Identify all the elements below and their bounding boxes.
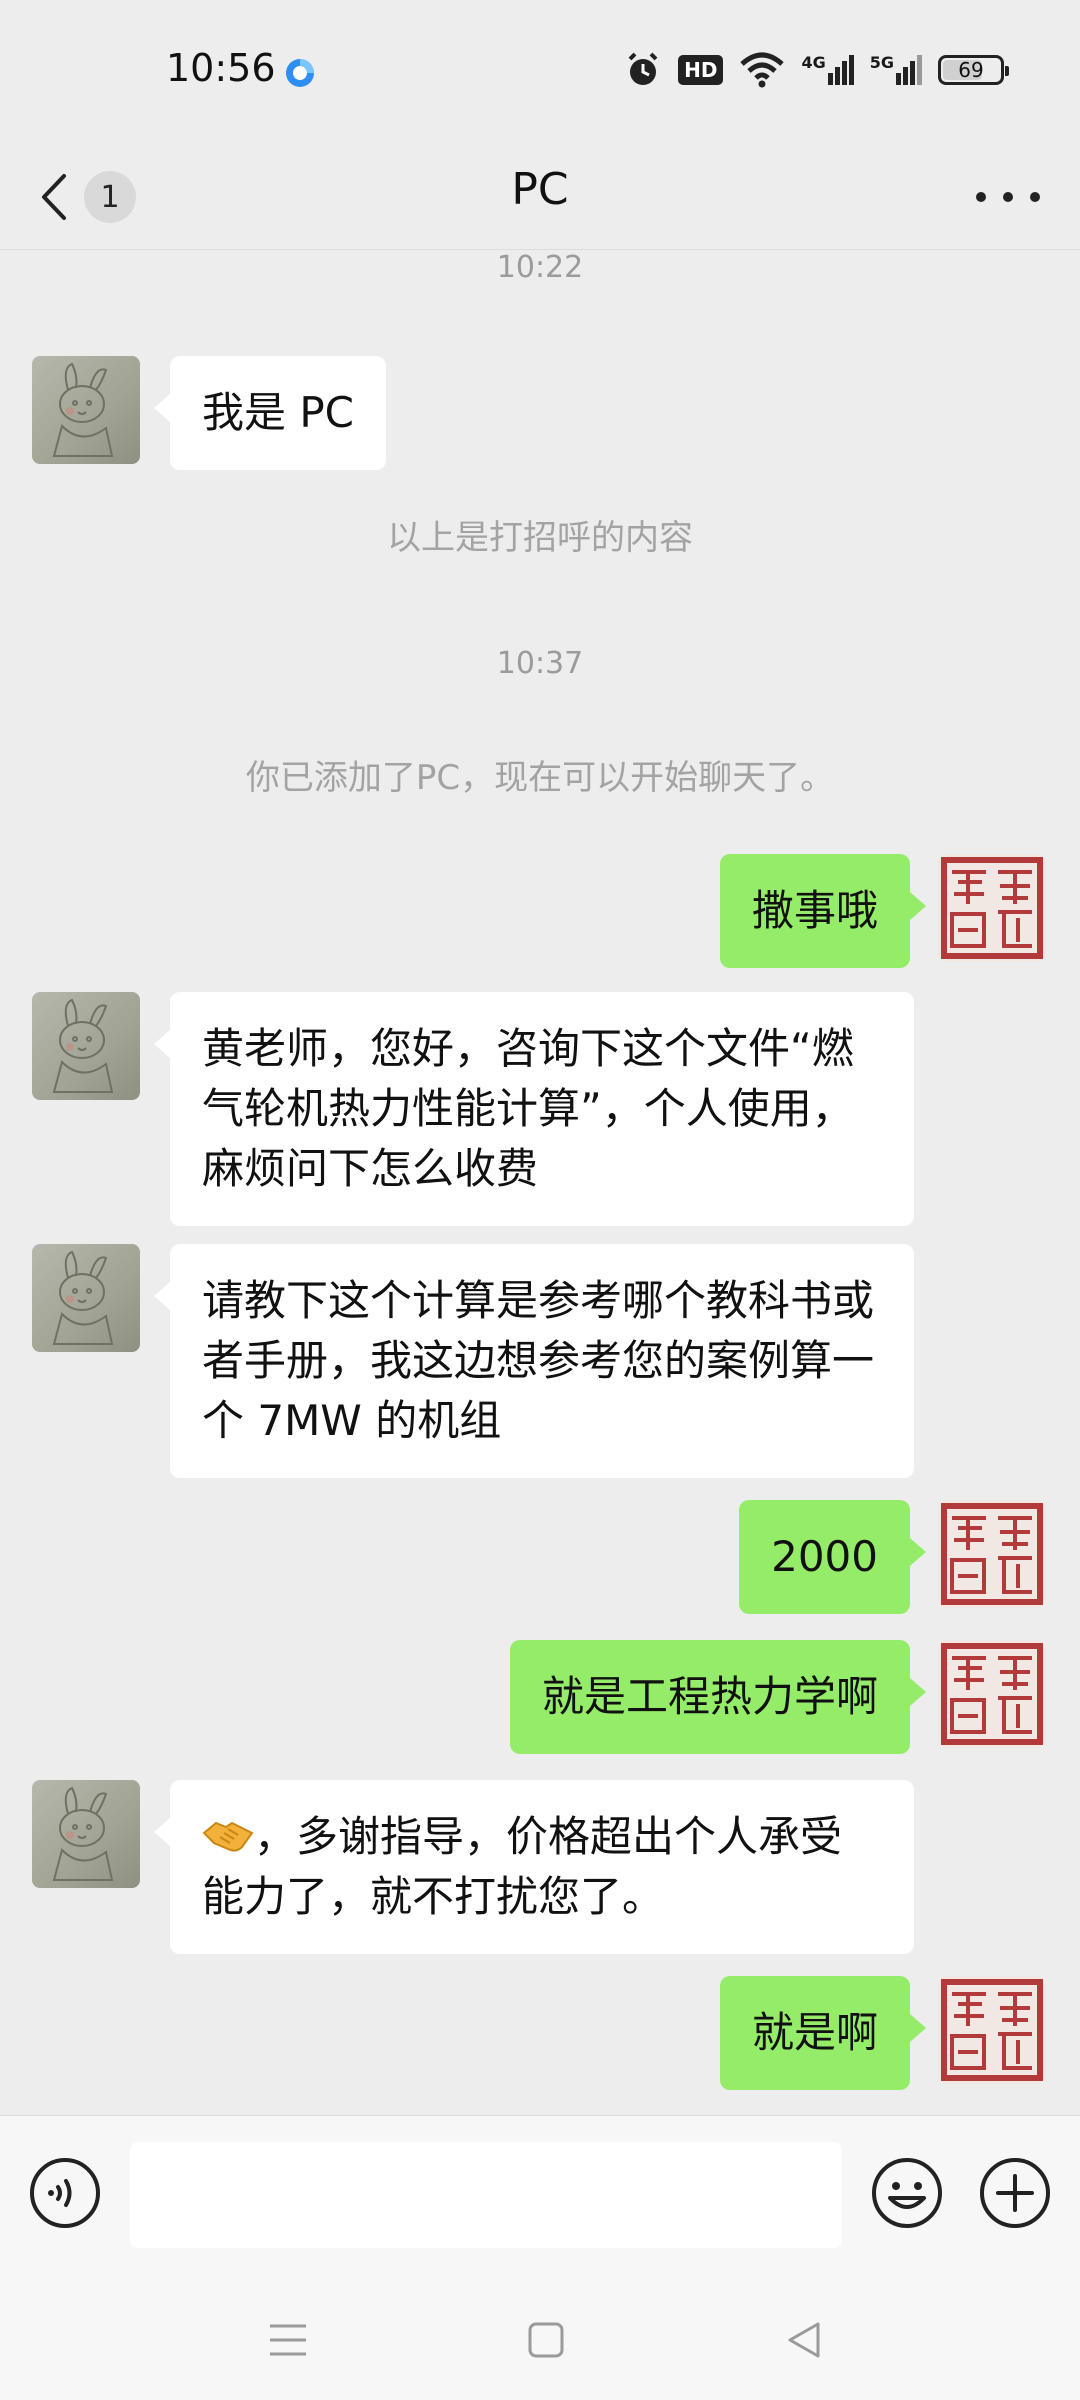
voice-input-icon[interactable]: [28, 2156, 102, 2230]
handshake-emoji-icon: [202, 1821, 254, 1852]
sent-message[interactable]: 撒事哦: [719, 854, 927, 968]
received-message[interactable]: ，多谢指导，价格超出个人承受能力了，就不打扰您了。: [154, 1780, 914, 1954]
contact-avatar[interactable]: [32, 356, 140, 464]
more-dot-icon: [1030, 192, 1040, 202]
status-bar: 10:56 HD 4G 5G 69: [0, 0, 1080, 140]
message-text: 黄老师，您好，咨询下这个文件“燃气轮机热力性能计算”，个人使用，麻烦问下怎么收费: [202, 1024, 854, 1193]
message-text: 我是 PC: [202, 388, 355, 437]
my-avatar[interactable]: [938, 1500, 1046, 1608]
message-text: 就是工程热力学啊: [541, 1672, 878, 1721]
back-triangle-icon[interactable]: [782, 2318, 826, 2362]
alarm-icon: [628, 52, 658, 85]
system-message: 以上是打招呼的内容: [387, 518, 693, 558]
emoji-icon[interactable]: [870, 2156, 944, 2230]
more-dot-icon: [1003, 192, 1013, 202]
network-5g-label: 5G: [869, 53, 894, 72]
hd-label: HD: [684, 58, 718, 82]
signal-4g-icon: 4G: [801, 53, 854, 85]
message-input[interactable]: [130, 2142, 842, 2248]
system-status-icons: HD 4G 5G 69: [624, 48, 1009, 92]
chat-header: 1 PC: [0, 140, 1080, 250]
contact-avatar[interactable]: [32, 1780, 140, 1888]
battery-icon: 69: [938, 55, 1009, 85]
network-4g-label: 4G: [801, 53, 826, 72]
message-timestamp: 10:37: [496, 646, 584, 681]
more-dot-icon: [976, 192, 986, 202]
sketch-avatar-icon: [52, 1786, 114, 1881]
sent-message[interactable]: 2000: [739, 1500, 926, 1614]
seal-avatar-icon: [941, 1503, 1043, 1605]
contact-avatar[interactable]: [32, 1244, 140, 1352]
message-text: 就是啊: [751, 2008, 878, 2057]
plus-icon[interactable]: [978, 2156, 1052, 2230]
message-timestamp: 10:22: [496, 250, 584, 285]
home-icon[interactable]: [524, 2318, 568, 2362]
sent-message[interactable]: 就是工程热力学啊: [509, 1640, 927, 1754]
received-message[interactable]: 请教下这个计算是参考哪个教科书或者手册，我这边想参考您的案例算一个 7MW 的机…: [154, 1244, 914, 1478]
battery-level: 69: [958, 58, 984, 82]
wifi-icon: [740, 52, 785, 88]
seal-avatar-icon: [941, 1979, 1043, 2081]
message-text: 请教下这个计算是参考哪个教科书或者手册，我这边想参考您的案例算一个 7MW 的机…: [202, 1276, 875, 1445]
message-text: 撒事哦: [751, 886, 878, 935]
menu-icon[interactable]: [266, 2318, 310, 2362]
chat-input-bar: [0, 2115, 1080, 2280]
my-avatar[interactable]: [938, 854, 1046, 962]
system-message: 你已添加了PC，现在可以开始聊天了。: [245, 758, 835, 798]
message-text: 2000: [771, 1532, 878, 1581]
seal-avatar-icon: [941, 1643, 1043, 1745]
sketch-avatar-icon: [52, 362, 114, 457]
more-options-button[interactable]: [976, 172, 1040, 222]
sketch-avatar-icon: [52, 1250, 114, 1345]
hd-voice-icon: HD: [678, 55, 724, 85]
contact-avatar[interactable]: [32, 992, 140, 1100]
signal-5g-icon: 5G: [870, 55, 922, 85]
received-message[interactable]: 我是 PC: [153, 356, 387, 470]
received-message[interactable]: 黄老师，您好，咨询下这个文件“燃气轮机热力性能计算”，个人使用，麻烦问下怎么收费: [154, 992, 914, 1226]
seal-avatar-icon: [941, 857, 1043, 959]
system-navigation-bar: [0, 2280, 1080, 2400]
browser-notification-icon: [286, 59, 314, 87]
sent-message[interactable]: 就是啊: [719, 1976, 927, 2090]
chat-title: PC: [511, 164, 569, 215]
my-avatar[interactable]: [938, 1640, 1046, 1748]
message-text: ，多谢指导，价格超出个人承受能力了，就不打扰您了。: [202, 1812, 843, 1921]
sketch-avatar-icon: [52, 998, 114, 1093]
message-list[interactable]: 10:22 我是 PC 以上是打招呼的内容 10:37 你已添加了PC，现在可以…: [0, 250, 1080, 2115]
my-avatar[interactable]: [938, 1976, 1046, 2084]
status-time: 10:56: [166, 46, 276, 90]
